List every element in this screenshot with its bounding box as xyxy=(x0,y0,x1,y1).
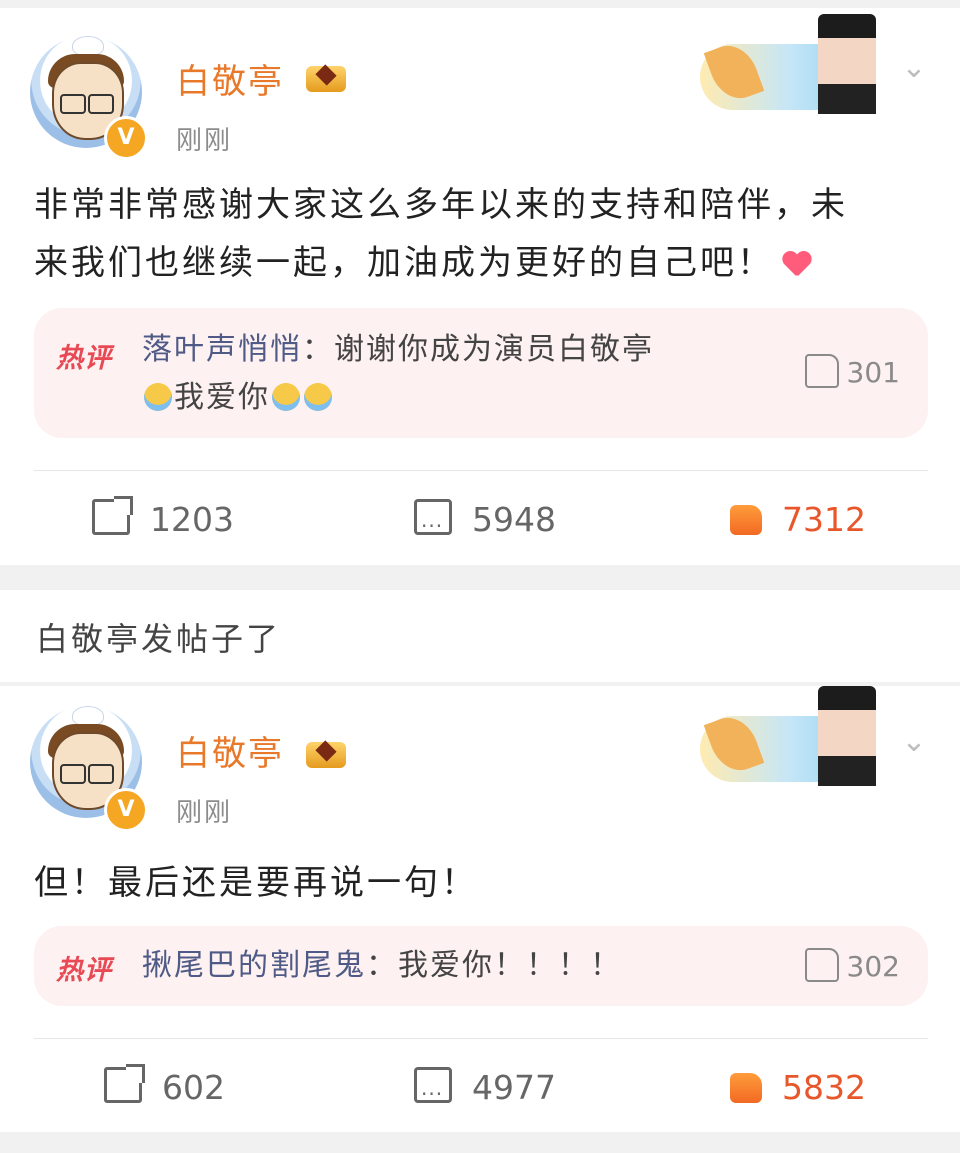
hot-comment-like-button[interactable]: 302 xyxy=(804,948,900,983)
hot-comment-text: 谢谢你成为演员白敬亭 xyxy=(334,332,654,367)
hot-comment-text: 我爱你 xyxy=(174,380,270,415)
post-notice: 白敬亭发帖子了 xyxy=(0,590,960,682)
action-bar: 1203 5948 7312 xyxy=(0,490,960,556)
verified-badge: V xyxy=(104,116,148,160)
crying-emoji-icon xyxy=(144,383,172,411)
weibo-post-1: V 白敬亭 刚刚 ⌄ 非常非常感谢大家这么多年以来的支持和陪伴，未 来我们也继续… xyxy=(0,8,960,565)
header-decoration xyxy=(700,14,880,114)
chevron-down-icon[interactable]: ⌄ xyxy=(894,724,934,764)
hot-comment-user[interactable]: 落叶声悄悄 xyxy=(142,332,302,367)
share-count: 602 xyxy=(162,1068,225,1107)
share-icon xyxy=(92,496,133,535)
heart-emoji-icon xyxy=(782,252,812,278)
like-button[interactable]: 7312 xyxy=(730,490,866,550)
comment-button[interactable]: 5948 xyxy=(414,490,556,556)
post-text: 非常非常感谢大家这么多年以来的支持和陪伴，未 来我们也继续一起，加油成为更好的自… xyxy=(34,176,924,292)
username[interactable]: 白敬亭 xyxy=(176,726,284,775)
hot-comment[interactable]: 热评 落叶声悄悄：谢谢你成为演员白敬亭 我爱你 301 xyxy=(34,308,928,438)
like-icon xyxy=(730,1073,762,1103)
hot-comment-like-button[interactable]: 301 xyxy=(804,354,900,389)
weibo-post-2: V 白敬亭 刚刚 ⌄ 但！最后还是要再说一句！ 热评 揪尾巴的割尾鬼：我爱你！！… xyxy=(0,686,960,1132)
like-count: 5832 xyxy=(782,1068,866,1107)
share-count: 1203 xyxy=(150,500,234,539)
thumb-up-icon xyxy=(804,354,839,388)
hot-comment-text: 我爱你！！！！ xyxy=(398,948,622,983)
verified-badge: V xyxy=(104,788,148,832)
crown-badge-icon xyxy=(304,732,348,772)
divider xyxy=(34,470,928,471)
post-text: 但！最后还是要再说一句！ xyxy=(34,854,924,912)
hot-comment-tag: 热评 xyxy=(56,955,112,986)
thumb-up-icon xyxy=(804,948,839,982)
post-text-line: 非常非常感谢大家这么多年以来的支持和陪伴，未 xyxy=(34,185,848,225)
chevron-down-icon[interactable]: ⌄ xyxy=(894,50,934,90)
divider xyxy=(34,1038,928,1039)
like-button[interactable]: 5832 xyxy=(730,1058,866,1118)
header-decoration xyxy=(700,686,880,786)
hot-comment-user[interactable]: 揪尾巴的割尾鬼 xyxy=(142,948,366,983)
crying-emoji-icon xyxy=(304,383,332,411)
post-text-line: 但！最后还是要再说一句！ xyxy=(34,863,478,903)
username[interactable]: 白敬亭 xyxy=(176,54,284,103)
hot-comment-separator: ： xyxy=(366,948,398,983)
notice-text: 白敬亭发帖子了 xyxy=(36,620,282,658)
share-button[interactable]: 1203 xyxy=(92,490,234,550)
hot-comment-tag: 热评 xyxy=(56,343,112,374)
hot-comment-like-count: 301 xyxy=(846,356,900,389)
post-time: 刚刚 xyxy=(176,798,233,828)
hot-comment-separator: ： xyxy=(302,332,334,367)
comment-button[interactable]: 4977 xyxy=(414,1058,556,1124)
comment-count: 5948 xyxy=(472,500,556,539)
share-icon xyxy=(104,1064,145,1103)
crown-badge-icon xyxy=(304,56,348,96)
share-button[interactable]: 602 xyxy=(104,1058,225,1118)
comment-icon xyxy=(414,1064,452,1124)
like-count: 7312 xyxy=(782,500,866,539)
hot-comment[interactable]: 热评 揪尾巴的割尾鬼：我爱你！！！！ 302 xyxy=(34,926,928,1006)
post-text-line: 来我们也继续一起，加油成为更好的自己吧！ xyxy=(34,243,774,283)
comment-count: 4977 xyxy=(472,1068,556,1107)
post-time: 刚刚 xyxy=(176,126,233,156)
crying-emoji-icon xyxy=(272,383,300,411)
like-icon xyxy=(730,505,762,535)
action-bar: 602 4977 5832 xyxy=(0,1058,960,1124)
hot-comment-like-count: 302 xyxy=(846,950,900,983)
comment-icon xyxy=(414,496,452,556)
